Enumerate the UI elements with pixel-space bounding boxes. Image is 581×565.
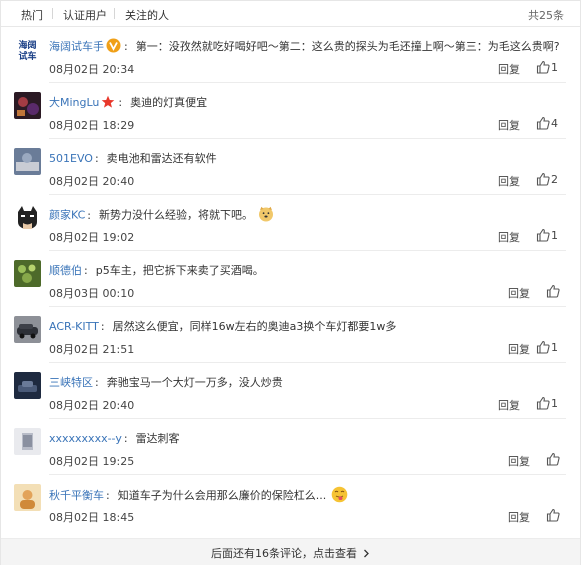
like-count: 4 (551, 117, 558, 130)
verified-badge-icon (106, 38, 121, 56)
comment-username[interactable]: 大MingLu (49, 96, 99, 109)
comment-time: 08月02日 20:34 (49, 63, 135, 76)
comment-time: 08月02日 19:25 (49, 455, 135, 468)
comment-tabs: 热门 认证用户 关注的人 共25条 (1, 1, 580, 27)
comment-panel: 热门 认证用户 关注的人 共25条 海阔 试车 海阔试车手: 第一：没孜然就吃好喝… (0, 0, 581, 565)
comment-text: 新势力没什么经验，将就下吧。 (99, 208, 254, 222)
comment-username[interactable]: 颜家KC (49, 209, 85, 222)
comment-text: 奔驰宝马一个大灯一万多，没人炒贵 (106, 376, 283, 389)
avatar[interactable] (14, 428, 41, 455)
comment-time: 08月02日 18:29 (49, 119, 135, 132)
like-count: 1 (551, 397, 558, 410)
comment-text: 雷达刺客 (135, 432, 180, 445)
avatar[interactable] (14, 372, 41, 399)
chevron-right-icon (363, 548, 370, 561)
tab-hot[interactable]: 热门 (21, 7, 43, 23)
like-icon[interactable] (536, 339, 550, 358)
avatar[interactable] (14, 204, 41, 231)
reply-button[interactable]: 回复 (508, 341, 530, 357)
like-icon[interactable] (536, 395, 550, 414)
comment-text: 第一：没孜然就吃好喝好吧～第二：这么贵的探头为毛还撞上啊～第三：为毛这么贵啊? (135, 40, 560, 53)
comment-time: 08月02日 21:51 (49, 343, 135, 356)
comment-text: 知道车子为什么会用那么廉价的保险杠么... (117, 489, 327, 502)
comment-username[interactable]: 顺德伯 (49, 264, 82, 277)
like-icon[interactable] (536, 59, 550, 78)
star-badge-icon (101, 95, 115, 112)
comment-time: 08月02日 20:40 (49, 175, 135, 188)
avatar[interactable] (14, 148, 41, 175)
like-count: 1 (551, 229, 558, 242)
comment-item: 顺德伯: p5车主，把它拆下来卖了买酒喝。 08月03日 00:10 回复 (1, 251, 580, 307)
like-count: 2 (551, 173, 558, 186)
comment-item: xxxxxxxxx--y: 雷达刺客 08月02日 19:25 回复 (1, 419, 580, 475)
like-icon[interactable] (536, 115, 550, 134)
comment-item: ACR-KITT: 居然这么便宜，同样16w左右的奥迪a3换个车灯都要1w多 08… (1, 307, 580, 363)
like-icon[interactable] (546, 451, 560, 470)
avatar[interactable] (14, 484, 41, 511)
reply-button[interactable]: 回复 (508, 509, 530, 525)
comment-username[interactable]: xxxxxxxxx--y (49, 432, 122, 445)
reply-button[interactable]: 回复 (498, 117, 520, 133)
comment-username[interactable]: 秋千平衡车 (49, 489, 104, 502)
reply-button[interactable]: 回复 (498, 173, 520, 189)
svg-text:试车: 试车 (18, 50, 36, 62)
like-count: 1 (551, 341, 558, 354)
comment-total-count: 共25条 (528, 9, 564, 22)
comment-item: 三峡特区: 奔驰宝马一个大灯一万多，没人炒贵 08月02日 20:40 回复 1 (1, 363, 580, 419)
like-count: 1 (551, 61, 558, 74)
tab-verified-users[interactable]: 认证用户 (63, 7, 107, 23)
load-more-text[interactable]: 后面还有16条评论，点击查看 (211, 547, 357, 560)
avatar[interactable] (14, 260, 41, 287)
tab-divider (52, 8, 53, 19)
tab-following[interactable]: 关注的人 (125, 7, 169, 23)
comment-time: 08月02日 19:02 (49, 231, 135, 244)
avatar[interactable]: 海阔 试车 (14, 36, 41, 63)
comment-text: 居然这么便宜，同样16w左右的奥迪a3换个车灯都要1w多 (112, 320, 397, 333)
comment-item: 海阔 试车 海阔试车手: 第一：没孜然就吃好喝好吧～第二：这么贵的探头为毛还撞上啊… (1, 27, 580, 83)
comment-username[interactable]: 海阔试车手 (49, 40, 104, 53)
comment-item: 501EVO: 卖电池和雷达还有软件 08月02日 20:40 回复 2 (1, 139, 580, 195)
comment-time: 08月02日 18:45 (49, 511, 135, 524)
comment-text: p5车主，把它拆下来卖了买酒喝。 (95, 264, 264, 277)
comment-username[interactable]: 501EVO (49, 152, 93, 165)
comment-list: 海阔 试车 海阔试车手: 第一：没孜然就吃好喝好吧～第二：这么贵的探头为毛还撞上啊… (1, 27, 580, 531)
reply-button[interactable]: 回复 (498, 61, 520, 77)
avatar[interactable] (14, 92, 41, 119)
comment-item: 秋千平衡车: 知道车子为什么会用那么廉价的保险杠么... 08月02日 18:45… (1, 475, 580, 531)
comment-item: 大MingLu: 奥迪的灯真便宜 08月02日 18:29 回复 4 (1, 83, 580, 139)
load-more-link[interactable]: 后面还有16条评论，点击查看 (211, 545, 370, 561)
comment-username[interactable]: 三峡特区 (49, 376, 93, 389)
comment-time: 08月03日 00:10 (49, 287, 135, 300)
comment-username[interactable]: ACR-KITT (49, 320, 99, 333)
reply-button[interactable]: 回复 (508, 285, 530, 301)
comment-text: 奥迪的灯真便宜 (130, 96, 208, 109)
tongue-emoji-icon (331, 486, 348, 506)
doge-emoji-icon (258, 206, 274, 225)
like-icon[interactable] (536, 171, 550, 190)
svg-text:海阔: 海阔 (18, 39, 36, 51)
reply-button[interactable]: 回复 (498, 229, 520, 245)
tab-divider (114, 8, 115, 19)
avatar[interactable] (14, 316, 41, 343)
reply-button[interactable]: 回复 (498, 397, 520, 413)
like-icon[interactable] (546, 283, 560, 302)
comment-text: 卖电池和雷达还有软件 (106, 152, 217, 165)
comment-time: 08月02日 20:40 (49, 399, 135, 412)
load-more-bar[interactable]: 后面还有16条评论，点击查看 (1, 538, 580, 565)
comment-item: 颜家KC: 新势力没什么经验，将就下吧。 08月02日 19:02 回复 1 (1, 195, 580, 251)
like-icon[interactable] (536, 227, 550, 246)
reply-button[interactable]: 回复 (508, 453, 530, 469)
like-icon[interactable] (546, 507, 560, 526)
